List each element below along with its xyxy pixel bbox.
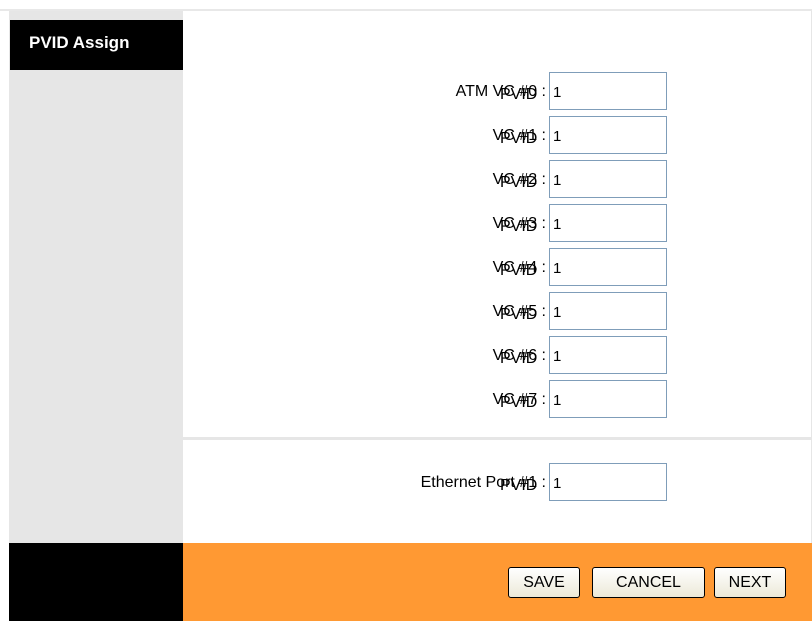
pvid-label: PVID [500, 218, 538, 235]
section-title: PVID Assign [9, 20, 183, 70]
section-divider [183, 437, 812, 440]
ethernet-port-1-pvid-input[interactable] [549, 463, 667, 501]
pvid-label: PVID [500, 477, 538, 494]
atm-vc-4-pvid-input[interactable] [549, 248, 667, 286]
footer-left-block [9, 543, 183, 621]
atm-vc-2-pvid-input[interactable] [549, 160, 667, 198]
atm-vc-3-pvid-input[interactable] [549, 204, 667, 242]
cancel-button[interactable]: CANCEL [592, 567, 705, 598]
next-button[interactable]: NEXT [714, 567, 786, 598]
atm-vc-5-pvid-input[interactable] [549, 292, 667, 330]
atm-vc-0-pvid-input[interactable] [549, 72, 667, 110]
ethernet-port-row: Ethernet Port #1 : PVID [183, 463, 812, 501]
atm-vc-row-4: VC #4 : PVID [183, 248, 812, 286]
pvid-label: PVID [500, 306, 538, 323]
atm-vc-row-7: VC #7 : PVID [183, 380, 812, 418]
atm-vc-7-pvid-input[interactable] [549, 380, 667, 418]
pvid-label: PVID [500, 262, 538, 279]
left-border [9, 11, 10, 543]
atm-vc-row-3: VC #3 : PVID [183, 204, 812, 242]
atm-vc-row-1: VC #1 : PVID [183, 116, 812, 154]
pvid-label: PVID [500, 130, 538, 147]
atm-vc-1-pvid-input[interactable] [549, 116, 667, 154]
pvid-label: PVID [500, 174, 538, 191]
atm-vc-row-2: VC #2 : PVID [183, 160, 812, 198]
sidebar [9, 11, 183, 543]
pvid-label: PVID [500, 86, 538, 103]
atm-vc-row-0: ATM VC #0 : PVID [183, 72, 812, 110]
atm-vc-6-pvid-input[interactable] [549, 336, 667, 374]
pvid-label: PVID [500, 350, 538, 367]
pvid-label: PVID [500, 394, 538, 411]
atm-vc-row-5: VC #5 : PVID [183, 292, 812, 330]
save-button[interactable]: SAVE [508, 567, 580, 598]
atm-vc-row-6: VC #6 : PVID [183, 336, 812, 374]
